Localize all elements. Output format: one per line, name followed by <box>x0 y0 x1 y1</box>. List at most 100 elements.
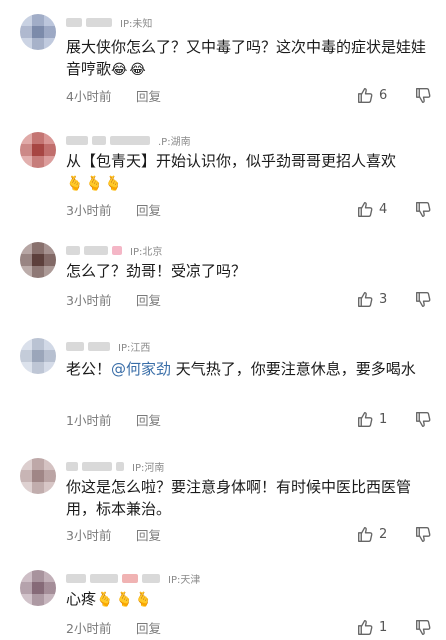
ip-location: IP:天津 <box>168 574 201 586</box>
reply-button[interactable]: 回复 <box>136 410 161 429</box>
comment-text: 你这是怎么啦？要注意身体啊！有时候中医比西医管用，标本兼治。 <box>66 476 432 520</box>
comment-body: 你这是怎么啦？要注意身体啊！有时候中医比西医管用，标本兼治。 <box>66 478 412 518</box>
like-button[interactable]: 2 <box>357 526 393 543</box>
comment-body: 怎么了？劲哥！受凉了吗？ <box>66 262 247 280</box>
username-redacted <box>66 573 86 583</box>
dislike-button[interactable] <box>415 526 432 543</box>
thumbs-up-icon <box>358 526 373 542</box>
like-button[interactable]: 6 <box>357 87 393 104</box>
reply-button[interactable]: 回复 <box>136 200 161 219</box>
ip-location: IP:河南 <box>132 462 165 474</box>
username-redacted <box>116 461 124 471</box>
comment-body: 从【包青天】开始认识你，似乎劲哥哥更招人喜欢 <box>66 152 397 170</box>
heart-hands-emoji-icon: 🫰 <box>66 176 84 192</box>
heart-hands-emoji-icon: 🫰 <box>85 176 103 192</box>
avatar[interactable] <box>20 338 56 374</box>
comment-footer: 2小时前 回复 1 <box>66 618 432 636</box>
comment-meta: IP:北京 <box>66 242 162 258</box>
avatar[interactable] <box>20 242 56 278</box>
comment-meta: .P:湖南 <box>66 132 191 148</box>
thumbs-up-icon <box>358 619 373 635</box>
heart-hands-emoji-icon: 🫰 <box>115 592 133 608</box>
username-redacted <box>86 17 112 27</box>
username-redacted <box>66 245 80 255</box>
comment-meta: IP:江西 <box>66 338 150 354</box>
dislike-button[interactable] <box>415 87 432 104</box>
like-count: 3 <box>379 291 388 307</box>
username-redacted <box>92 135 106 145</box>
reply-button[interactable]: 回复 <box>136 618 161 637</box>
username-redacted <box>90 573 118 583</box>
thumbs-down-icon <box>416 291 431 307</box>
comment-text: 怎么了？劲哥！受凉了吗？ <box>66 260 432 282</box>
thumbs-up-icon <box>358 411 373 427</box>
username-redacted <box>142 573 160 583</box>
avatar[interactable] <box>20 458 56 494</box>
like-count: 1 <box>379 411 388 427</box>
ip-location: IP:江西 <box>118 342 151 354</box>
like-button[interactable]: 1 <box>357 619 393 636</box>
like-count: 6 <box>379 87 388 103</box>
comment-item: IP:天津 心疼🫰 🫰 🫰 2小时前 回复 1 <box>0 570 446 638</box>
heart-hands-emoji-icon: 🫰 <box>134 592 153 608</box>
username-redacted <box>66 341 84 351</box>
avatar[interactable] <box>20 570 56 606</box>
timestamp: 3小时前 <box>66 202 112 218</box>
username-redacted <box>66 17 82 27</box>
username-redacted <box>122 573 138 583</box>
heart-hands-emoji-icon: 🫰 <box>96 592 114 608</box>
comment-body: 心疼 <box>66 590 97 608</box>
thumbs-down-icon <box>416 411 431 427</box>
dislike-button[interactable] <box>415 201 432 218</box>
username-redacted <box>84 245 108 255</box>
thumbs-down-icon <box>416 201 431 217</box>
reply-button[interactable]: 回复 <box>136 290 161 309</box>
comment-body: 天气热了，你要注意休息，要多喝水 <box>171 360 416 378</box>
reply-button[interactable]: 回复 <box>136 86 161 105</box>
like-button[interactable]: 3 <box>357 291 393 308</box>
laughing-emoji-icon: 😂 <box>129 62 146 78</box>
dislike-button[interactable] <box>415 291 432 308</box>
comment-item: IP:河南 你这是怎么啦？要注意身体啊！有时候中医比西医管用，标本兼治。 3小时… <box>0 458 446 548</box>
timestamp: 1小时前 <box>66 412 112 428</box>
timestamp: 3小时前 <box>66 527 112 543</box>
comment-body: 老公！ <box>66 360 112 378</box>
timestamp: 4小时前 <box>66 88 112 104</box>
heart-hands-emoji-icon: 🫰 <box>104 176 123 192</box>
comment-text: 老公！@何家劲 天气热了，你要注意休息，要多喝水 <box>66 358 432 380</box>
username-redacted <box>110 135 150 145</box>
comment-text: 心疼🫰 🫰 🫰 <box>66 588 432 611</box>
avatar[interactable] <box>20 14 56 50</box>
comment-text: 从【包青天】开始认识你，似乎劲哥哥更招人喜欢 🫰 🫰 🫰 <box>66 150 432 195</box>
thumbs-up-icon <box>358 201 373 217</box>
dislike-button[interactable] <box>415 411 432 428</box>
comment-footer: 3小时前 回复 2 <box>66 525 432 543</box>
like-button[interactable]: 4 <box>357 201 393 218</box>
thumbs-up-icon <box>358 291 373 307</box>
comment-item: .P:湖南 从【包青天】开始认识你，似乎劲哥哥更招人喜欢 🫰 🫰 🫰 3小时前 回复… <box>0 132 446 232</box>
timestamp: 3小时前 <box>66 292 112 308</box>
thumbs-down-icon <box>416 87 431 103</box>
like-count: 1 <box>379 619 388 635</box>
dislike-button[interactable] <box>415 619 432 636</box>
comment-meta: IP:河南 <box>66 458 164 474</box>
comment-footer: 3小时前 回复 3 <box>66 290 432 308</box>
comment-meta: IP:天津 <box>66 570 200 586</box>
mention-link[interactable]: @何家劲 <box>111 360 171 378</box>
comment-footer: 3小时前 回复 4 <box>66 200 432 218</box>
like-button[interactable]: 1 <box>357 411 393 428</box>
ip-location: .P:湖南 <box>158 136 191 148</box>
ip-location: IP:未知 <box>120 18 153 30</box>
username-redacted <box>112 245 122 255</box>
reply-button[interactable]: 回复 <box>136 525 161 544</box>
thumbs-up-icon <box>358 87 373 103</box>
thumbs-down-icon <box>416 526 431 542</box>
username-redacted <box>66 135 88 145</box>
username-redacted <box>66 461 78 471</box>
ip-location: IP:北京 <box>130 246 163 258</box>
like-count: 4 <box>379 201 388 217</box>
timestamp: 2小时前 <box>66 620 112 636</box>
like-count: 2 <box>379 526 388 542</box>
avatar[interactable] <box>20 132 56 168</box>
comment-item: IP:北京 怎么了？劲哥！受凉了吗？ 3小时前 回复 3 <box>0 242 446 312</box>
